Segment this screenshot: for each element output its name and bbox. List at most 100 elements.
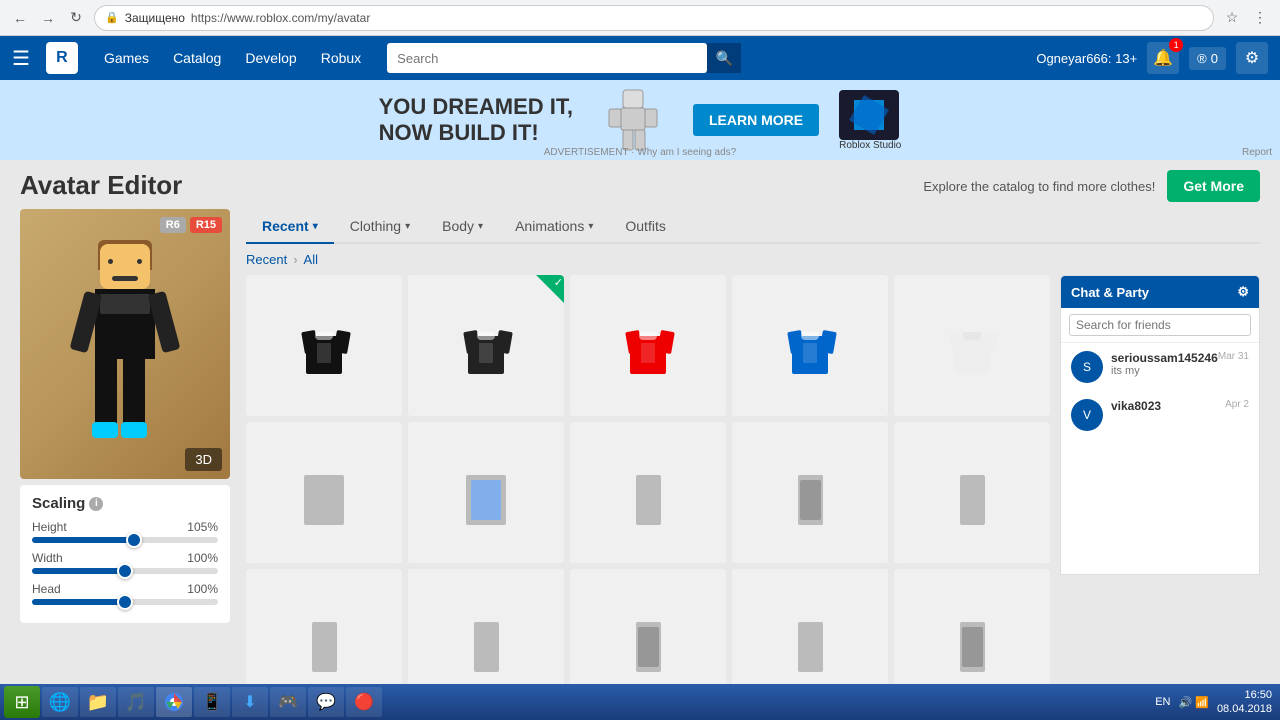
width-value: 100% <box>187 551 218 565</box>
r15-badge: R15 <box>190 217 222 233</box>
ad-disclaimer: ADVERTISEMENT · Why am I seeing ads? <box>544 147 736 158</box>
tab-outfits[interactable]: Outfits <box>609 210 681 244</box>
avatar-head <box>100 244 150 289</box>
chevron-down-icon: ▾ <box>478 221 483 232</box>
avatar-figure <box>65 234 185 454</box>
notifications-button[interactable]: 🔔 1 <box>1147 42 1179 74</box>
item-card[interactable]: wHVtlPPkYg4 (1) <box>246 275 402 416</box>
taskbar-discord[interactable]: 💬 <box>308 687 344 717</box>
taskbar-red[interactable]: 🔴 <box>346 687 382 717</box>
scaling-section: Scaling i Height 105% Width 100% <box>20 485 230 623</box>
taskbar-time: 16:50 <box>1217 688 1272 702</box>
item-card[interactable]: Blue adidas <box>732 275 888 416</box>
item-card[interactable]: Red adidas <box>570 275 726 416</box>
address-bar[interactable]: 🔒 Защищено https://www.roblox.com/my/ava… <box>94 5 1214 31</box>
search-input[interactable] <box>387 43 707 73</box>
head-slider-track[interactable] <box>32 599 218 605</box>
width-slider-track[interactable] <box>32 568 218 574</box>
items-grid: wHVtlPPkYg4 (1) ✓ wHVtlPPkYg4 <box>246 275 1050 710</box>
hamburger-menu-icon[interactable]: ☰ <box>12 46 30 71</box>
start-button[interactable]: ⊞ <box>4 686 40 718</box>
ad-content: YOU DREAMED IT, NOW BUILD IT! LEARN MORE… <box>379 85 902 155</box>
get-more-button[interactable]: Get More <box>1167 170 1260 202</box>
breadcrumb-all[interactable]: All <box>304 252 318 267</box>
back-button[interactable]: ← <box>8 6 32 30</box>
3d-toggle-button[interactable]: 3D <box>185 448 222 471</box>
chat-date: Apr 2 <box>1225 399 1249 410</box>
item-card[interactable]: ROBLOX Boy To... <box>246 422 402 563</box>
tab-animations[interactable]: Animations ▾ <box>499 210 609 244</box>
breadcrumb-recent[interactable]: Recent <box>246 252 287 267</box>
notification-badge: 1 <box>1169 38 1183 52</box>
chat-avatar: V <box>1071 399 1103 431</box>
avatar-right-leg <box>123 356 145 426</box>
item-card[interactable]: Man Torso <box>408 422 564 563</box>
robux-icon: ® <box>1197 51 1207 66</box>
taskbar-ie[interactable]: 🌐 <box>42 687 78 717</box>
height-slider-track[interactable] <box>32 537 218 543</box>
chat-item[interactable]: V vika8023 Apr 2 <box>1061 391 1259 439</box>
avatar-body <box>95 289 155 359</box>
menu-button[interactable]: ⋮ <box>1248 6 1272 30</box>
nav-right: Ogneyar666: 13+ 🔔 1 ® 0 ⚙ <box>1036 42 1268 74</box>
width-slider-fill <box>32 568 125 574</box>
item-card[interactable]: ROBLOX Boy Le... <box>570 422 726 563</box>
breadcrumb-separator: › <box>293 252 297 267</box>
taskbar-steam[interactable]: 🎮 <box>270 687 306 717</box>
taskbar-utorrent[interactable]: ⬇ <box>232 687 268 717</box>
info-icon[interactable]: i <box>89 497 103 511</box>
forward-button[interactable]: → <box>36 6 60 30</box>
item-card[interactable]: Man Left Leg <box>732 422 888 563</box>
taskbar-lang: EN <box>1155 696 1170 708</box>
develop-link[interactable]: Develop <box>235 44 306 72</box>
head-slider-fill <box>32 599 125 605</box>
tab-clothing[interactable]: Clothing ▾ <box>334 210 426 244</box>
item-card[interactable]: ROBLOX Boy Ri... <box>894 422 1050 563</box>
chat-date: Mar 31 <box>1218 351 1249 362</box>
chat-settings-icon[interactable]: ⚙ <box>1237 284 1249 300</box>
check-icon: ✓ <box>554 276 563 289</box>
ad-report-link[interactable]: Report <box>1242 147 1272 158</box>
height-slider-thumb[interactable] <box>126 532 142 548</box>
catalog-link[interactable]: Catalog <box>163 44 231 72</box>
chat-item[interactable]: S serioussam145246 its my Mar 31 <box>1061 343 1259 391</box>
nav-links: Games Catalog Develop Robux <box>94 44 371 72</box>
tab-recent[interactable]: Recent ▾ <box>246 210 334 244</box>
item-thumbnail <box>894 275 1050 416</box>
item-card[interactable]: Adidas white <box>894 275 1050 416</box>
width-slider-row: Width 100% <box>32 551 218 574</box>
taskbar-media[interactable]: 🎵 <box>118 687 154 717</box>
refresh-button[interactable]: ↻ <box>64 6 88 30</box>
chat-title: Chat & Party <box>1071 285 1149 300</box>
chat-info: vika8023 <box>1111 399 1217 413</box>
robux-button[interactable]: ® 0 <box>1189 47 1226 70</box>
browser-action-buttons: ☆ ⋮ <box>1220 6 1272 30</box>
chat-sidebar: Chat & Party ⚙ S serioussam145246 its my… <box>1060 275 1260 575</box>
robux-link[interactable]: Robux <box>311 44 371 72</box>
star-button[interactable]: ☆ <box>1220 6 1244 30</box>
taskbar-nox[interactable]: 📱 <box>194 687 230 717</box>
settings-button[interactable]: ⚙ <box>1236 42 1268 74</box>
roblox-logo[interactable]: R <box>46 42 78 74</box>
item-card[interactable]: ✓ wHVtlPPkYg4 <box>408 275 564 416</box>
main-content: Avatar Editor R6 R15 <box>0 160 1280 720</box>
learn-more-button[interactable]: LEARN MORE <box>693 104 819 136</box>
scaling-title: Scaling i <box>32 495 218 512</box>
taskbar-clock: 16:50 08.04.2018 <box>1217 688 1272 717</box>
chat-search-input[interactable] <box>1069 314 1251 336</box>
head-slider-row: Head 100% <box>32 582 218 605</box>
head-slider-thumb[interactable] <box>117 594 133 610</box>
width-slider-thumb[interactable] <box>117 563 133 579</box>
tab-body[interactable]: Body ▾ <box>426 210 499 244</box>
get-more-area: Explore the catalog to find more clothes… <box>923 170 1260 202</box>
avatar-badges: R6 R15 <box>160 217 222 233</box>
games-link[interactable]: Games <box>94 44 159 72</box>
tab-bar: Recent ▾ Clothing ▾ Body ▾ Animations ▾ … <box>246 210 1260 244</box>
taskbar-chrome[interactable] <box>156 687 192 717</box>
width-label: Width <box>32 551 63 565</box>
username-label: Ogneyar666: 13+ <box>1036 51 1137 66</box>
ad-text: YOU DREAMED IT, NOW BUILD IT! <box>379 94 573 147</box>
head-value: 100% <box>187 582 218 596</box>
taskbar-explorer[interactable]: 📁 <box>80 687 116 717</box>
search-button[interactable]: 🔍 <box>707 43 741 73</box>
